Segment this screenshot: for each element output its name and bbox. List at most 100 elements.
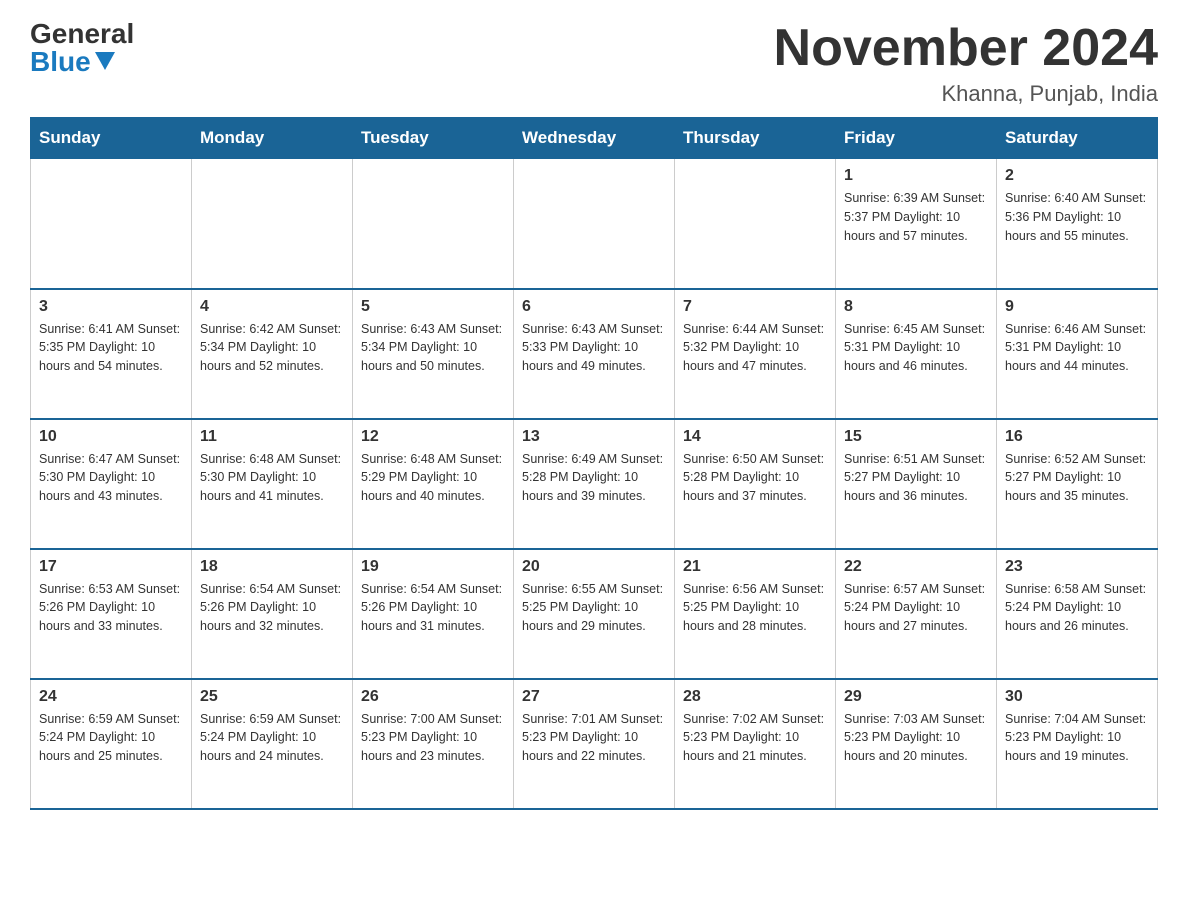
table-row: 5 Sunrise: 6:43 AM Sunset: 5:34 PM Daylig…	[353, 289, 514, 419]
header-tuesday: Tuesday	[353, 118, 514, 159]
day-info: Sunrise: 6:53 AM Sunset: 5:26 PM Dayligh…	[39, 580, 183, 636]
table-row: 2 Sunrise: 6:40 AM Sunset: 5:36 PM Daylig…	[997, 159, 1158, 289]
table-row: 19 Sunrise: 6:54 AM Sunset: 5:26 PM Dayli…	[353, 549, 514, 679]
title-block: November 2024 Khanna, Punjab, India	[774, 20, 1158, 107]
calendar-week-row: 1 Sunrise: 6:39 AM Sunset: 5:37 PM Daylig…	[31, 159, 1158, 289]
day-number: 12	[361, 428, 505, 446]
day-number: 18	[200, 558, 344, 576]
day-info: Sunrise: 6:56 AM Sunset: 5:25 PM Dayligh…	[683, 580, 827, 636]
day-number: 24	[39, 688, 183, 706]
table-row: 25 Sunrise: 6:59 AM Sunset: 5:24 PM Dayli…	[192, 679, 353, 809]
table-row: 3Sunrise: 6:41 AM Sunset: 5:35 PM Daylig…	[31, 289, 192, 419]
day-number: 6	[522, 298, 666, 316]
day-number: 20	[522, 558, 666, 576]
day-number: 22	[844, 558, 988, 576]
logo: General Blue	[30, 20, 134, 76]
day-number: 28	[683, 688, 827, 706]
day-info: Sunrise: 6:54 AM Sunset: 5:26 PM Dayligh…	[200, 580, 344, 636]
day-number: 9	[1005, 298, 1149, 316]
calendar-week-row: 24 Sunrise: 6:59 AM Sunset: 5:24 PM Dayli…	[31, 679, 1158, 809]
day-info: Sunrise: 6:47 AM Sunset: 5:30 PM Dayligh…	[39, 450, 183, 506]
table-row: 16Sunrise: 6:52 AM Sunset: 5:27 PM Dayli…	[997, 419, 1158, 549]
day-number: 13	[522, 428, 666, 446]
table-row: 18 Sunrise: 6:54 AM Sunset: 5:26 PM Dayli…	[192, 549, 353, 679]
calendar-week-row: 10Sunrise: 6:47 AM Sunset: 5:30 PM Dayli…	[31, 419, 1158, 549]
day-info: Sunrise: 6:40 AM Sunset: 5:36 PM Dayligh…	[1005, 189, 1149, 245]
day-number: 1	[844, 167, 988, 185]
table-row: 12Sunrise: 6:48 AM Sunset: 5:29 PM Dayli…	[353, 419, 514, 549]
header-friday: Friday	[836, 118, 997, 159]
page-header: General Blue November 2024 Khanna, Punja…	[30, 20, 1158, 107]
day-number: 7	[683, 298, 827, 316]
day-info: Sunrise: 6:42 AM Sunset: 5:34 PM Dayligh…	[200, 320, 344, 376]
day-info: Sunrise: 6:59 AM Sunset: 5:24 PM Dayligh…	[39, 710, 183, 766]
day-number: 4	[200, 298, 344, 316]
table-row: 23Sunrise: 6:58 AM Sunset: 5:24 PM Dayli…	[997, 549, 1158, 679]
day-info: Sunrise: 7:00 AM Sunset: 5:23 PM Dayligh…	[361, 710, 505, 766]
header-saturday: Saturday	[997, 118, 1158, 159]
day-number: 30	[1005, 688, 1149, 706]
day-info: Sunrise: 6:51 AM Sunset: 5:27 PM Dayligh…	[844, 450, 988, 506]
day-info: Sunrise: 6:46 AM Sunset: 5:31 PM Dayligh…	[1005, 320, 1149, 376]
day-info: Sunrise: 7:02 AM Sunset: 5:23 PM Dayligh…	[683, 710, 827, 766]
day-info: Sunrise: 6:44 AM Sunset: 5:32 PM Dayligh…	[683, 320, 827, 376]
table-row	[192, 159, 353, 289]
table-row: 22 Sunrise: 6:57 AM Sunset: 5:24 PM Dayli…	[836, 549, 997, 679]
table-row: 24 Sunrise: 6:59 AM Sunset: 5:24 PM Dayli…	[31, 679, 192, 809]
table-row: 1 Sunrise: 6:39 AM Sunset: 5:37 PM Daylig…	[836, 159, 997, 289]
day-number: 21	[683, 558, 827, 576]
day-info: Sunrise: 6:59 AM Sunset: 5:24 PM Dayligh…	[200, 710, 344, 766]
table-row: 30Sunrise: 7:04 AM Sunset: 5:23 PM Dayli…	[997, 679, 1158, 809]
header-thursday: Thursday	[675, 118, 836, 159]
day-number: 3	[39, 298, 183, 316]
table-row: 20 Sunrise: 6:55 AM Sunset: 5:25 PM Dayli…	[514, 549, 675, 679]
table-row	[514, 159, 675, 289]
table-row: 10Sunrise: 6:47 AM Sunset: 5:30 PM Dayli…	[31, 419, 192, 549]
day-number: 8	[844, 298, 988, 316]
table-row: 28 Sunrise: 7:02 AM Sunset: 5:23 PM Dayli…	[675, 679, 836, 809]
table-row: 8 Sunrise: 6:45 AM Sunset: 5:31 PM Daylig…	[836, 289, 997, 419]
day-info: Sunrise: 7:01 AM Sunset: 5:23 PM Dayligh…	[522, 710, 666, 766]
day-info: Sunrise: 6:43 AM Sunset: 5:33 PM Dayligh…	[522, 320, 666, 376]
day-info: Sunrise: 6:45 AM Sunset: 5:31 PM Dayligh…	[844, 320, 988, 376]
table-row: 21 Sunrise: 6:56 AM Sunset: 5:25 PM Dayli…	[675, 549, 836, 679]
table-row: 7 Sunrise: 6:44 AM Sunset: 5:32 PM Daylig…	[675, 289, 836, 419]
day-info: Sunrise: 7:03 AM Sunset: 5:23 PM Dayligh…	[844, 710, 988, 766]
day-info: Sunrise: 6:48 AM Sunset: 5:30 PM Dayligh…	[200, 450, 344, 506]
day-number: 5	[361, 298, 505, 316]
header-sunday: Sunday	[31, 118, 192, 159]
day-number: 27	[522, 688, 666, 706]
day-number: 29	[844, 688, 988, 706]
calendar-week-row: 17 Sunrise: 6:53 AM Sunset: 5:26 PM Dayli…	[31, 549, 1158, 679]
day-info: Sunrise: 6:57 AM Sunset: 5:24 PM Dayligh…	[844, 580, 988, 636]
table-row	[31, 159, 192, 289]
day-info: Sunrise: 6:39 AM Sunset: 5:37 PM Dayligh…	[844, 189, 988, 245]
calendar-week-row: 3Sunrise: 6:41 AM Sunset: 5:35 PM Daylig…	[31, 289, 1158, 419]
day-info: Sunrise: 6:55 AM Sunset: 5:25 PM Dayligh…	[522, 580, 666, 636]
day-number: 19	[361, 558, 505, 576]
day-number: 17	[39, 558, 183, 576]
day-number: 11	[200, 428, 344, 446]
day-info: Sunrise: 6:50 AM Sunset: 5:28 PM Dayligh…	[683, 450, 827, 506]
logo-triangle-icon	[95, 52, 115, 70]
table-row: 27 Sunrise: 7:01 AM Sunset: 5:23 PM Dayli…	[514, 679, 675, 809]
day-info: Sunrise: 6:58 AM Sunset: 5:24 PM Dayligh…	[1005, 580, 1149, 636]
table-row: 29 Sunrise: 7:03 AM Sunset: 5:23 PM Dayli…	[836, 679, 997, 809]
calendar-table: Sunday Monday Tuesday Wednesday Thursday…	[30, 117, 1158, 810]
month-title: November 2024	[774, 20, 1158, 77]
day-number: 14	[683, 428, 827, 446]
table-row: 13Sunrise: 6:49 AM Sunset: 5:28 PM Dayli…	[514, 419, 675, 549]
header-wednesday: Wednesday	[514, 118, 675, 159]
table-row: 4 Sunrise: 6:42 AM Sunset: 5:34 PM Daylig…	[192, 289, 353, 419]
day-number: 25	[200, 688, 344, 706]
table-row: 11 Sunrise: 6:48 AM Sunset: 5:30 PM Dayli…	[192, 419, 353, 549]
table-row: 6 Sunrise: 6:43 AM Sunset: 5:33 PM Daylig…	[514, 289, 675, 419]
day-number: 2	[1005, 167, 1149, 185]
table-row: 14 Sunrise: 6:50 AM Sunset: 5:28 PM Dayli…	[675, 419, 836, 549]
day-info: Sunrise: 6:43 AM Sunset: 5:34 PM Dayligh…	[361, 320, 505, 376]
calendar-header-row: Sunday Monday Tuesday Wednesday Thursday…	[31, 118, 1158, 159]
day-number: 15	[844, 428, 988, 446]
table-row: 26Sunrise: 7:00 AM Sunset: 5:23 PM Dayli…	[353, 679, 514, 809]
day-info: Sunrise: 6:54 AM Sunset: 5:26 PM Dayligh…	[361, 580, 505, 636]
day-info: Sunrise: 6:52 AM Sunset: 5:27 PM Dayligh…	[1005, 450, 1149, 506]
